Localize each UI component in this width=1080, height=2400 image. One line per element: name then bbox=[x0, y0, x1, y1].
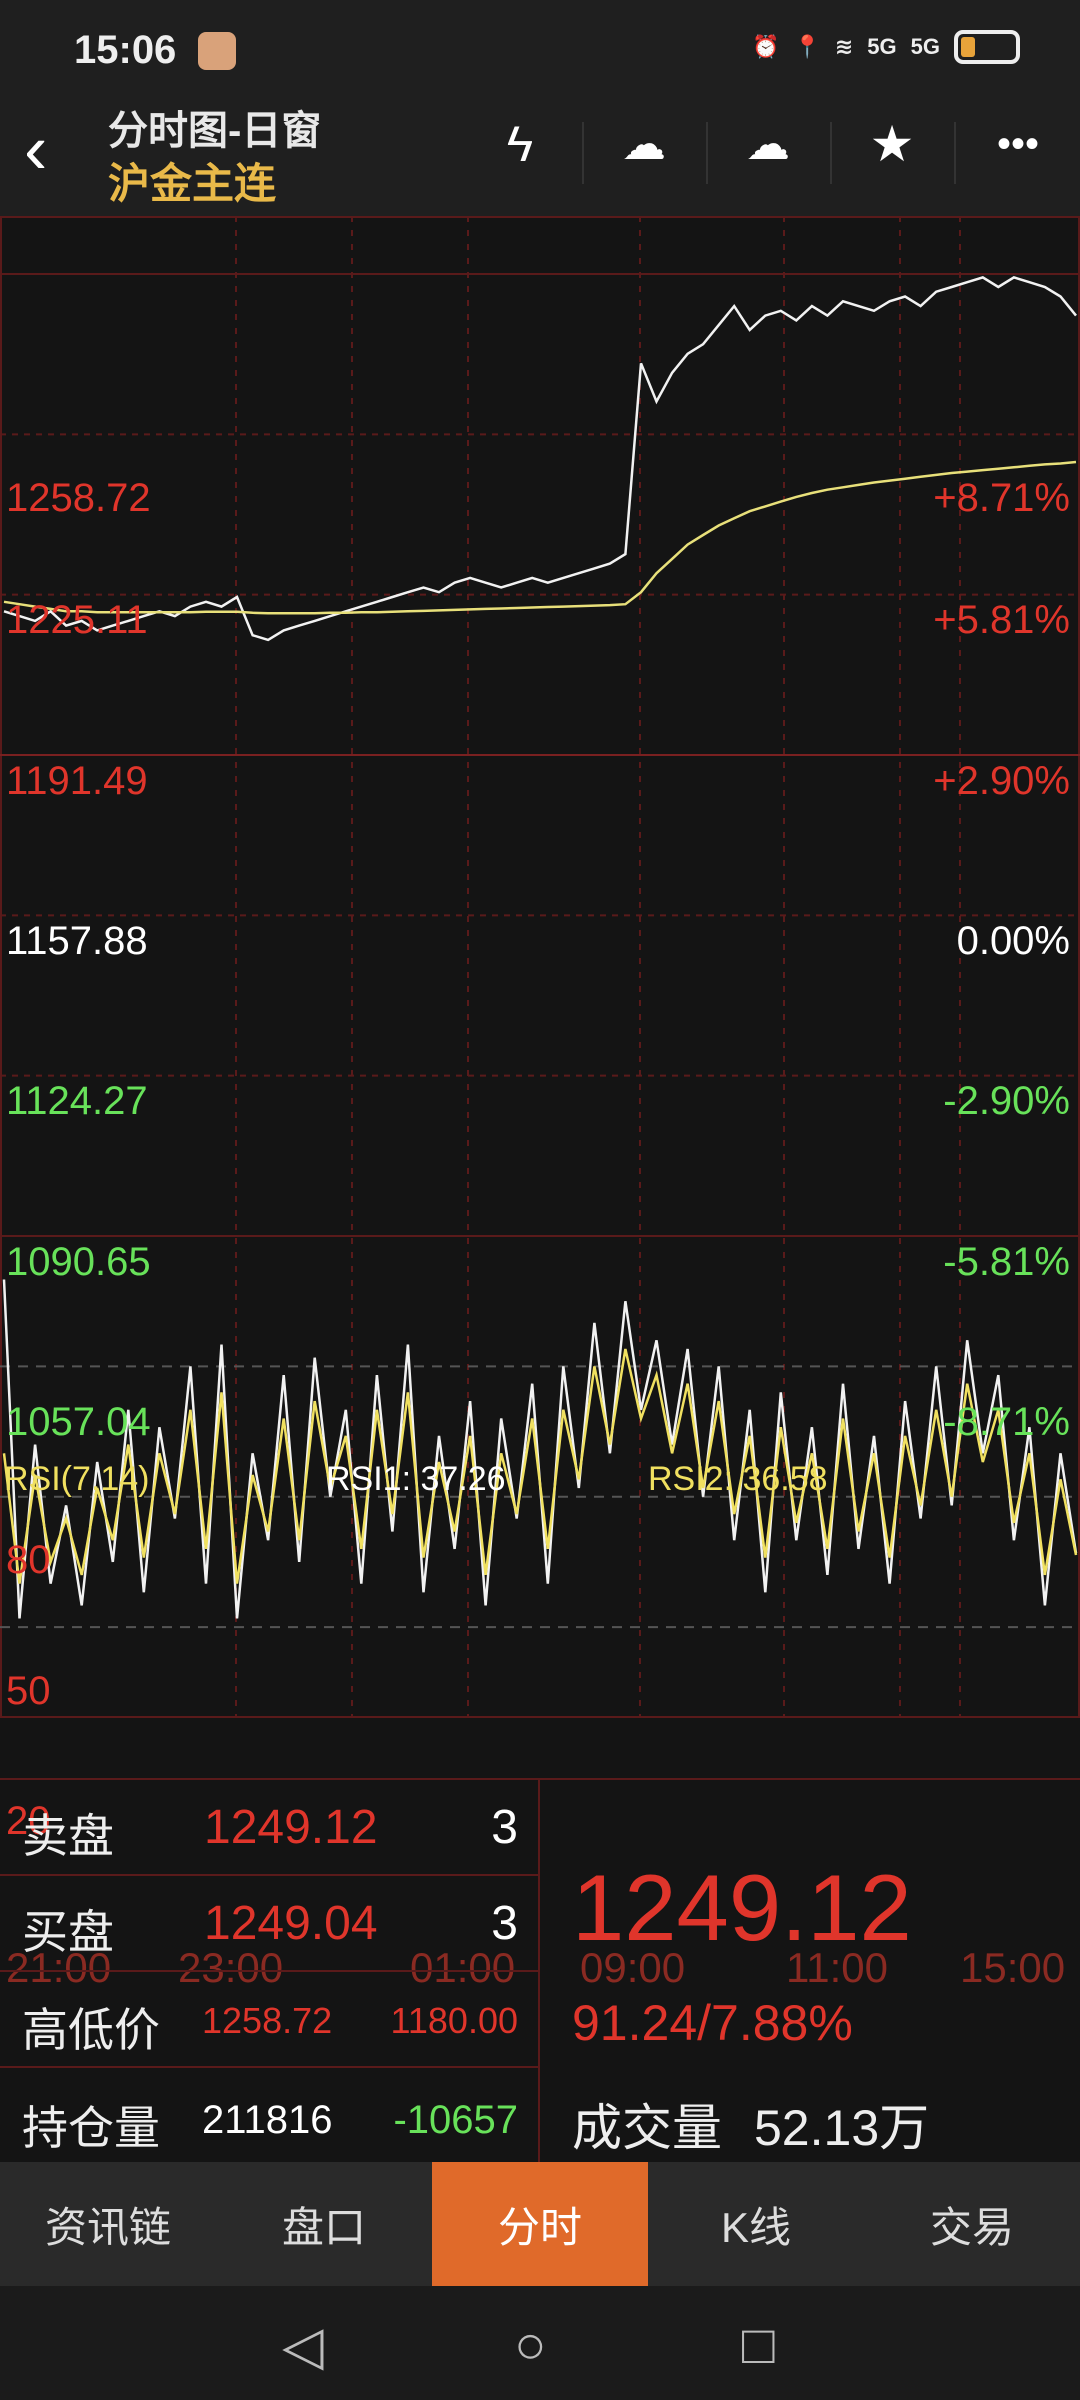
alarm-icon: ⏰ bbox=[752, 34, 780, 59]
bottom-tabs: 资讯链 盘口 分时 K线 交易 bbox=[0, 2162, 1080, 2286]
ask-row: 卖盘 1249.12 3 bbox=[0, 1780, 538, 1876]
high-low-label: 高低价 bbox=[22, 2004, 160, 2056]
pct-axis-label: +8.71% bbox=[933, 476, 1070, 520]
open-interest: 211816 bbox=[202, 2098, 333, 2142]
pct-axis-label: -2.90% bbox=[943, 1079, 1070, 1124]
price-axis-label: 1191.49 bbox=[6, 758, 148, 803]
open-interest-label: 持仓量 bbox=[22, 2102, 160, 2154]
pct-axis-label: +2.90% bbox=[933, 758, 1070, 803]
price-axis-label: 1057.04 bbox=[6, 1400, 151, 1444]
rsi1-value: RSI1: 37.26 bbox=[326, 1460, 506, 1498]
clock: 15:06 bbox=[74, 28, 177, 72]
high-low-row: 高低价 1258.72 1180.00 bbox=[0, 1972, 538, 2068]
bid-qty: 3 bbox=[491, 1897, 518, 1950]
intraday-chart[interactable]: 1258.72 +8.71% 1225.11 +5.81% 1191.49 +2.90% 1… bbox=[0, 216, 1080, 1991]
header: ‹ 分时图-日窗 沪金主连 ϟ ☁ ☁ ★ ••• bbox=[0, 92, 1080, 216]
tab-trade[interactable]: 交易 bbox=[864, 2162, 1080, 2286]
nav-home-icon[interactable]: ○ bbox=[514, 2314, 547, 2376]
status-icons: ⏰ 📍 ≋ 5G 5G bbox=[752, 30, 1020, 64]
bid-row: 买盘 1249.04 3 bbox=[0, 1876, 538, 1972]
cloud-lightning-icon[interactable]: ☁ bbox=[582, 112, 706, 176]
signal-2-icon: 5G bbox=[910, 34, 940, 59]
ask-price: 1249.12 bbox=[204, 1801, 378, 1854]
status-bar: 15:06 ⏰ 📍 ≋ 5G 5G bbox=[0, 0, 1080, 92]
price-axis-label: 1090.65 bbox=[6, 1239, 151, 1284]
pct-axis-label: 0.00% bbox=[956, 919, 1070, 963]
ask-label: 卖盘 bbox=[22, 1810, 114, 1862]
signal-1-icon: 5G bbox=[867, 34, 897, 59]
cloud-sync-icon[interactable]: ☁ bbox=[706, 112, 830, 176]
open-interest-change: -10657 bbox=[393, 2098, 518, 2142]
open-interest-row: 持仓量 211816 -10657 bbox=[0, 2068, 538, 2164]
bid-label: 买盘 bbox=[22, 1906, 114, 1958]
back-button[interactable]: ‹ bbox=[24, 114, 47, 184]
rsi-title: RSI(7,14) bbox=[4, 1460, 150, 1498]
instrument-name: 沪金主连 bbox=[108, 160, 277, 207]
ask-qty: 3 bbox=[491, 1801, 518, 1854]
price-axis-label: 1157.88 bbox=[6, 919, 148, 963]
last-price: 1249.12 bbox=[572, 1855, 912, 1960]
chart-svg bbox=[0, 216, 1080, 1718]
app-notification-icon bbox=[198, 32, 236, 70]
price-line bbox=[3, 276, 1077, 642]
star-icon[interactable]: ★ bbox=[830, 112, 954, 176]
location-icon: 📍 bbox=[793, 34, 821, 59]
battery-icon bbox=[954, 30, 1020, 64]
rsi-level-label: 80 bbox=[6, 1538, 51, 1583]
divider bbox=[538, 1780, 540, 2164]
wifi-icon: ≋ bbox=[834, 34, 854, 59]
rsi-level-label: 50 bbox=[6, 1668, 51, 1713]
nav-back-icon[interactable]: ◁ bbox=[282, 2314, 324, 2377]
tab-intraday[interactable]: 分时 bbox=[432, 2162, 648, 2286]
tab-kline[interactable]: K线 bbox=[648, 2162, 864, 2286]
quote-panel: 卖盘 1249.12 3 买盘 1249.04 3 高低价 1258.72 11… bbox=[0, 1778, 1080, 2164]
low-price: 1180.00 bbox=[390, 2000, 518, 2041]
page-title: 分时图-日窗 bbox=[108, 109, 322, 153]
volume: 52.13万 bbox=[754, 2100, 930, 2156]
price-axis-label: 1225.11 bbox=[6, 598, 148, 643]
rsi1-line bbox=[2, 1279, 1078, 1619]
price-change: 91.24/7.88% bbox=[572, 1995, 853, 2051]
tab-orderbook[interactable]: 盘口 bbox=[216, 2162, 432, 2286]
volume-label: 成交量 bbox=[572, 2100, 722, 2156]
pct-axis-label: +5.81% bbox=[933, 598, 1070, 643]
nav-recents-icon[interactable]: □ bbox=[742, 2314, 775, 2376]
bid-price: 1249.04 bbox=[204, 1897, 378, 1950]
more-icon[interactable]: ••• bbox=[956, 112, 1080, 176]
system-nav-bar: ◁ ○ □ bbox=[0, 2286, 1080, 2400]
price-axis-label: 1124.27 bbox=[6, 1079, 148, 1124]
rsi2-value: RSI2: 36.58 bbox=[648, 1460, 828, 1498]
high-price: 1258.72 bbox=[202, 2000, 333, 2041]
price-axis-label: 1258.72 bbox=[6, 476, 151, 520]
lightning-icon[interactable]: ϟ bbox=[458, 112, 582, 176]
pct-axis-label: -8.71% bbox=[943, 1400, 1070, 1444]
pct-axis-label: -5.81% bbox=[943, 1239, 1070, 1284]
tab-news[interactable]: 资讯链 bbox=[0, 2162, 216, 2286]
average-line bbox=[3, 460, 1077, 615]
